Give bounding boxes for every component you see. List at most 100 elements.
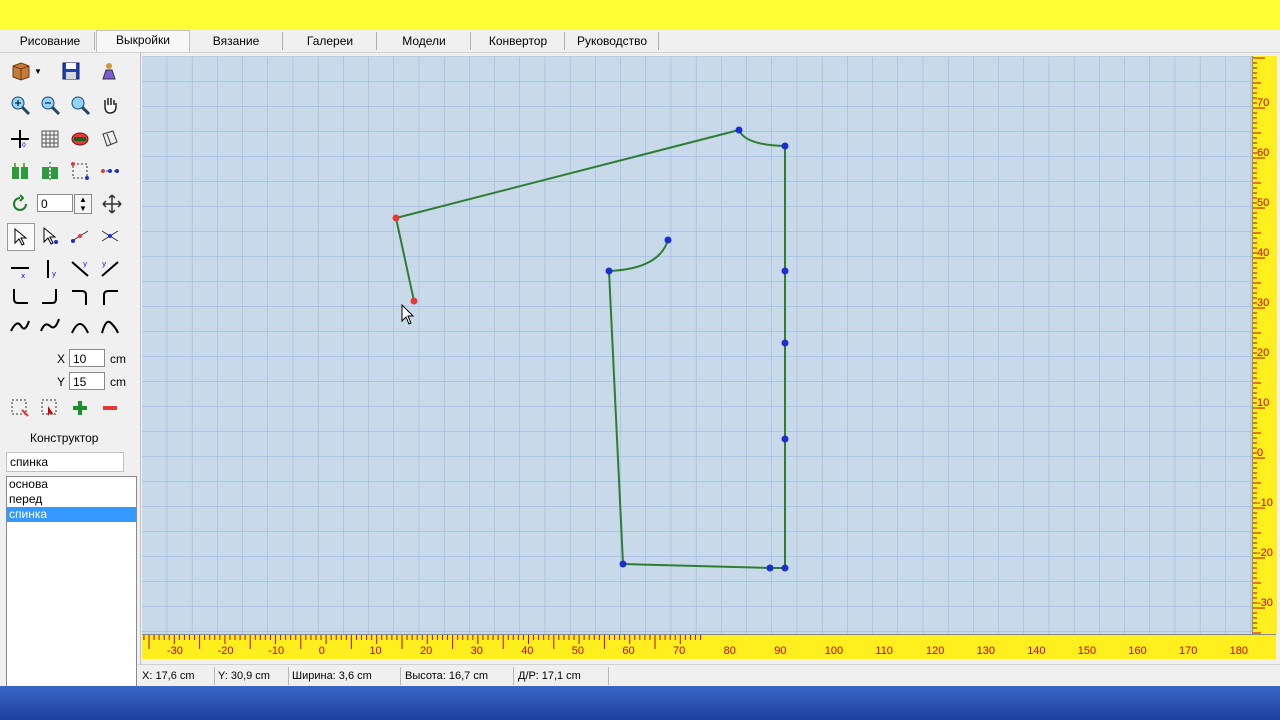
list-item-selected[interactable]: спинка: [7, 507, 136, 522]
pattern-name-input[interactable]: спинка: [6, 452, 124, 472]
point-blue[interactable]: [766, 564, 774, 572]
ruler-label: 110: [875, 645, 893, 657]
zoom-in-icon[interactable]: [7, 92, 33, 118]
y-coordinate-input[interactable]: 15: [69, 372, 105, 390]
zoom-fit-icon[interactable]: [67, 92, 93, 118]
ruler-label: 10: [1257, 397, 1269, 409]
ruler-label: 80: [724, 645, 736, 657]
point-blue[interactable]: [605, 267, 613, 275]
point-blue[interactable]: [781, 564, 789, 572]
svg-text:y: y: [52, 270, 56, 278]
eraser-icon[interactable]: [97, 126, 123, 152]
point-blue[interactable]: [781, 267, 789, 275]
svg-text:0: 0: [22, 142, 26, 149]
line-diagonal-down-icon[interactable]: y: [67, 256, 93, 282]
tab-risovanie[interactable]: Рисование: [6, 32, 95, 50]
rotate-icon[interactable]: [7, 191, 33, 217]
line-horizontal-icon[interactable]: x: [7, 256, 33, 282]
tab-galerei[interactable]: Галереи: [284, 32, 377, 50]
select-points-icon[interactable]: [67, 158, 93, 184]
status-bar: X: 17,6 cm Y: 30,9 cm Ширина: 3,6 cm Выс…: [138, 664, 1280, 687]
ruler-label: 60: [1257, 147, 1269, 159]
split-segment-icon[interactable]: [67, 223, 93, 249]
rotation-spinner[interactable]: ▲ ▼: [74, 194, 92, 214]
deselect-area-icon[interactable]: [37, 395, 63, 421]
corner-tr-icon[interactable]: [97, 284, 123, 310]
x-coordinate-input[interactable]: 10: [69, 349, 105, 367]
pointer-add-icon[interactable]: [37, 223, 63, 249]
drawing-canvas[interactable]: [142, 56, 1252, 635]
status-x: X: 17,6 cm: [138, 667, 215, 685]
tab-modeli[interactable]: Модели: [378, 32, 471, 50]
line-vertical-icon[interactable]: y: [37, 256, 63, 282]
ruler-label: 40: [521, 645, 533, 657]
tab-vyazanie[interactable]: Вязание: [190, 32, 283, 50]
corner-tl-icon[interactable]: [67, 284, 93, 310]
point-blue[interactable]: [664, 236, 672, 244]
ruler-label: 60: [622, 645, 634, 657]
rotation-angle-input[interactable]: 0: [37, 194, 73, 212]
ruler-label: 170: [1179, 645, 1197, 657]
list-item[interactable]: основа: [7, 477, 136, 492]
select-area-icon[interactable]: [7, 395, 33, 421]
ruler-label: -20: [218, 645, 234, 657]
title-bar: [0, 0, 1280, 30]
point-blue[interactable]: [781, 339, 789, 347]
ruler-label: -30: [167, 645, 183, 657]
ruler-label: 130: [977, 645, 995, 657]
ruler-label: 150: [1078, 645, 1096, 657]
point-red[interactable]: [410, 297, 418, 305]
pattern-drawing[interactable]: [142, 57, 1252, 635]
line-diagonal-up-icon[interactable]: y: [97, 256, 123, 282]
tab-vykroiki[interactable]: Выкройки: [96, 30, 190, 52]
horizontal-ruler: -30 -20 -10 0 10 20 30 40 50 60 70 80 90 100 110 120 130…: [142, 634, 1276, 659]
join-segment-icon[interactable]: [97, 223, 123, 249]
grid-icon[interactable]: [37, 126, 63, 152]
ruler-label: -20: [1257, 547, 1273, 559]
point-red[interactable]: [392, 214, 400, 222]
point-blue[interactable]: [619, 560, 627, 568]
pointer-select-icon[interactable]: [7, 223, 35, 251]
list-item[interactable]: перед: [7, 492, 136, 507]
curve-bell-icon[interactable]: [97, 313, 123, 339]
ruler-label: -10: [1257, 497, 1273, 509]
y-unit-label: cm: [110, 375, 126, 389]
ruler-label: 20: [420, 645, 432, 657]
tab-konvertor[interactable]: Конвертор: [472, 32, 565, 50]
ruler-label: 50: [1257, 197, 1269, 209]
tab-rukovodstvo[interactable]: Руководство: [566, 32, 659, 50]
axis-icon[interactable]: 0: [7, 126, 33, 152]
save-icon[interactable]: [58, 58, 84, 84]
curve-wave-icon[interactable]: [37, 313, 63, 339]
constructor-label: Конструктор: [30, 431, 99, 445]
mannequin-icon[interactable]: [96, 58, 122, 84]
ruler-label: 160: [1128, 645, 1146, 657]
y-label: Y: [57, 375, 66, 389]
mirror-pattern-icon[interactable]: [37, 158, 63, 184]
curve-s-icon[interactable]: [7, 313, 33, 339]
corner-bl-icon[interactable]: [7, 284, 33, 310]
remove-icon[interactable]: [97, 395, 123, 421]
ruler-label: 0: [319, 645, 325, 657]
add-icon[interactable]: [67, 395, 93, 421]
point-blue[interactable]: [781, 142, 789, 150]
tape-measure-icon[interactable]: [67, 126, 93, 152]
zoom-out-icon[interactable]: [37, 92, 63, 118]
copy-pattern-icon[interactable]: [7, 158, 33, 184]
x-label: X: [57, 352, 66, 366]
move-points-icon[interactable]: [97, 158, 123, 184]
open-icon[interactable]: ▼: [6, 58, 46, 84]
pattern-list[interactable]: основа перед спинка: [6, 476, 137, 688]
svg-text:x: x: [21, 272, 25, 280]
pan-hand-icon[interactable]: [97, 92, 123, 118]
move-all-icon[interactable]: [99, 191, 125, 217]
point-blue[interactable]: [735, 126, 743, 134]
ruler-label: 70: [1257, 97, 1269, 109]
corner-br-icon[interactable]: [37, 284, 63, 310]
ruler-label: 70: [673, 645, 685, 657]
curve-arch-icon[interactable]: [67, 313, 93, 339]
point-blue[interactable]: [781, 435, 789, 443]
ruler-label: 40: [1257, 247, 1269, 259]
svg-text:y: y: [102, 260, 106, 268]
ruler-label: 0: [1257, 447, 1263, 459]
